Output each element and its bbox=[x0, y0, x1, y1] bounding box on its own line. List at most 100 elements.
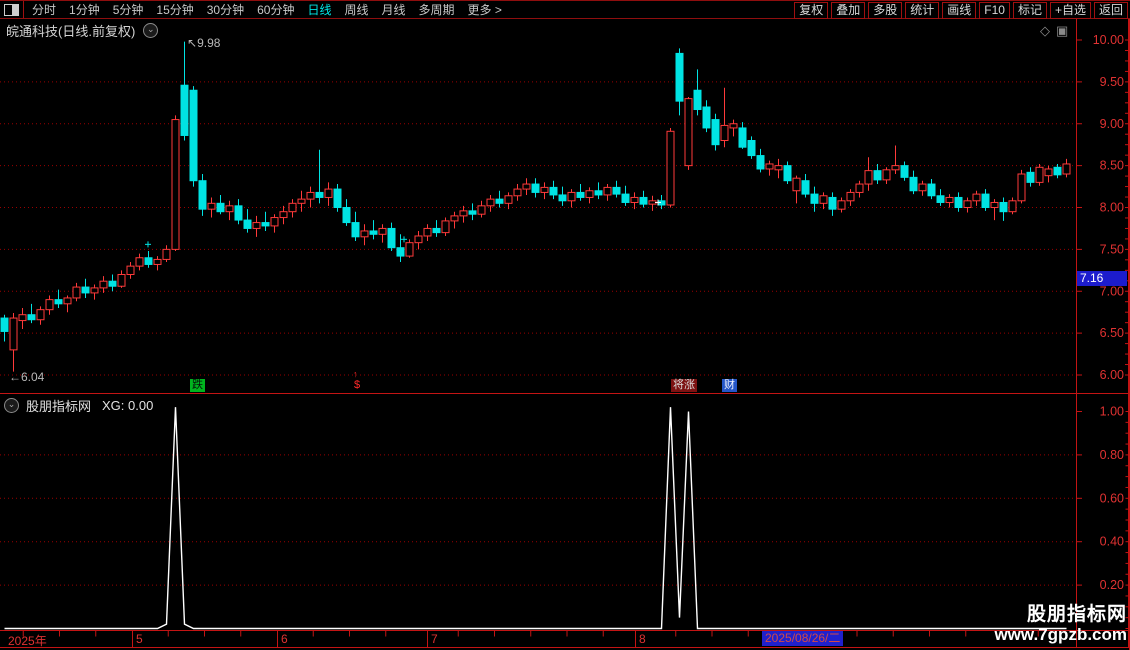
toolbar-button-标记[interactable]: 标记 bbox=[1012, 2, 1047, 19]
month-label: 5 bbox=[136, 632, 143, 646]
candle bbox=[612, 180, 621, 198]
candle bbox=[18, 308, 27, 329]
candle bbox=[558, 186, 567, 206]
current-price-tag: 7.16 bbox=[1077, 270, 1127, 286]
candle bbox=[693, 69, 702, 116]
candle bbox=[243, 209, 252, 233]
period-tab-多周期[interactable]: 多周期 bbox=[419, 1, 455, 18]
candle bbox=[747, 136, 756, 159]
candle bbox=[504, 192, 513, 210]
chevron-down-icon[interactable]: ⌄ bbox=[143, 23, 159, 38]
marker-arrow-up-icon: ↑ bbox=[353, 369, 358, 379]
candle bbox=[387, 222, 396, 252]
candle bbox=[783, 161, 792, 185]
candle bbox=[189, 86, 198, 187]
toolbar-button-F10[interactable]: F10 bbox=[979, 2, 1010, 19]
candle bbox=[1062, 158, 1071, 178]
candle bbox=[765, 160, 774, 176]
period-tab-日线[interactable]: 日线 bbox=[307, 1, 331, 18]
arrow-up-left-icon: ↖ bbox=[187, 36, 198, 50]
candle bbox=[531, 178, 540, 198]
panel-icon[interactable]: ▣ bbox=[1056, 23, 1074, 38]
candle bbox=[324, 182, 333, 206]
candle bbox=[1008, 197, 1017, 215]
candle bbox=[45, 295, 54, 315]
indicator-axis-label: 0.20 bbox=[1100, 578, 1124, 592]
chevron-down-icon[interactable]: ⌄ bbox=[4, 398, 19, 413]
candle bbox=[117, 270, 126, 288]
candle bbox=[342, 199, 351, 226]
toolbar-button-叠加[interactable]: 叠加 bbox=[831, 2, 866, 19]
period-tab-分时[interactable]: 分时 bbox=[32, 1, 56, 18]
candlesticks bbox=[0, 41, 1071, 372]
candle bbox=[828, 192, 837, 216]
period-tab-1分钟[interactable]: 1分钟 bbox=[69, 1, 100, 18]
watermark-url: www.7gpzb.com bbox=[994, 625, 1127, 645]
candle bbox=[63, 295, 72, 313]
indicator-axis-label: 0.60 bbox=[1100, 491, 1124, 505]
period-tab-周线[interactable]: 周线 bbox=[344, 1, 368, 18]
candle bbox=[594, 182, 603, 200]
candle bbox=[477, 200, 486, 218]
period-tab-更多 >[interactable]: 更多 > bbox=[468, 1, 502, 18]
candle bbox=[729, 119, 738, 137]
candle bbox=[864, 157, 873, 191]
toolbar-divider bbox=[23, 1, 24, 18]
candle bbox=[1035, 163, 1044, 186]
candle bbox=[459, 205, 468, 223]
period-tab-月线[interactable]: 月线 bbox=[382, 1, 406, 18]
candle bbox=[270, 214, 279, 233]
indicator-name: 股朋指标网 bbox=[26, 399, 92, 414]
chart-marker-跌: 跌 bbox=[190, 379, 205, 392]
candle bbox=[216, 194, 225, 215]
candle bbox=[954, 192, 963, 212]
candle bbox=[684, 96, 693, 170]
toolbar-button-多股[interactable]: 多股 bbox=[868, 2, 903, 19]
period-tabs: 分时 1分钟 5分钟 15分钟 30分钟 60分钟 日线 周线 月线 多周期 更多 > bbox=[32, 1, 502, 18]
toolbar-button-+自选[interactable]: +自选 bbox=[1049, 2, 1091, 19]
candle bbox=[576, 184, 585, 201]
period-tab-15分钟[interactable]: 15分钟 bbox=[156, 1, 193, 18]
trading-app-window: 10.00 9.50 9.00 8.50 8.00 7.50 7.00 6.50 6.00 1.0… bbox=[0, 0, 1130, 650]
candle bbox=[675, 48, 684, 116]
candle bbox=[882, 167, 891, 185]
candle bbox=[171, 115, 180, 252]
candle bbox=[36, 306, 45, 325]
diamond-icon[interactable]: ◇ bbox=[1040, 23, 1056, 38]
candle bbox=[990, 199, 999, 221]
candle bbox=[405, 239, 414, 258]
candlestick-chart-canvas[interactable]: 10.00 9.50 9.00 8.50 8.00 7.50 7.00 6.50 6.00 1.0… bbox=[0, 0, 1130, 650]
candle bbox=[963, 197, 972, 213]
price-axis-label: 8.00 bbox=[1100, 201, 1124, 215]
candle bbox=[360, 224, 369, 246]
period-tab-30分钟[interactable]: 30分钟 bbox=[207, 1, 244, 18]
candle bbox=[1053, 163, 1062, 179]
indicator-axis-label: 1.00 bbox=[1100, 405, 1124, 419]
candle bbox=[279, 205, 288, 225]
candle bbox=[90, 284, 99, 300]
candle bbox=[198, 174, 207, 216]
indicator-axis: 1.00 0.80 0.60 0.40 0.20 bbox=[1076, 405, 1128, 629]
candle bbox=[99, 276, 108, 293]
toolbar-button-复权[interactable]: 复权 bbox=[794, 2, 829, 19]
candle bbox=[522, 178, 531, 195]
candle bbox=[261, 211, 270, 231]
candle bbox=[423, 224, 432, 241]
period-tab-5分钟[interactable]: 5分钟 bbox=[113, 1, 144, 18]
layout-icon[interactable] bbox=[4, 3, 19, 16]
toolbar-button-画线[interactable]: 画线 bbox=[942, 2, 977, 19]
period-tab-60分钟[interactable]: 60分钟 bbox=[257, 1, 294, 18]
candle bbox=[378, 224, 387, 243]
candle bbox=[1026, 167, 1035, 187]
chart-corner-icons: ◇▣ bbox=[1040, 23, 1074, 39]
toolbar-button-统计[interactable]: 统计 bbox=[905, 2, 940, 19]
toolbar-actions: 复权 叠加 多股 统计 画线 F10 标记 +自选 返回 bbox=[794, 2, 1128, 19]
candle bbox=[441, 217, 450, 236]
candle bbox=[396, 234, 405, 262]
candle bbox=[801, 174, 810, 198]
stock-title: 皖通科技(日线.前复权) bbox=[6, 24, 136, 39]
indicator-header: ⌄ 股朋指标网 XG: 0.00 bbox=[4, 396, 153, 415]
month-label: 7 bbox=[431, 632, 438, 646]
watermark-site-name: 股朋指标网 bbox=[1026, 604, 1127, 626]
toolbar-button-返回[interactable]: 返回 bbox=[1093, 2, 1128, 19]
